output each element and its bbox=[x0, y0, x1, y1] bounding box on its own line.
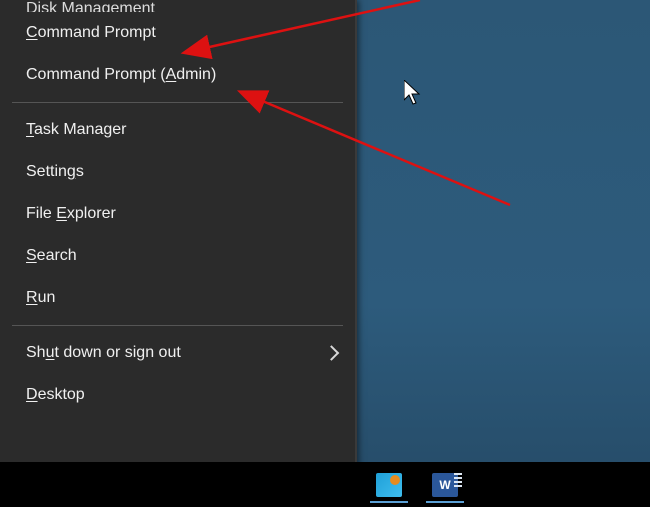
system-monitor-icon bbox=[376, 473, 402, 497]
taskbar bbox=[0, 462, 650, 507]
menu-item-shutdown[interactable]: Shut down or sign out bbox=[0, 332, 355, 374]
taskbar-item-monitor[interactable] bbox=[370, 469, 408, 503]
menu-item-label: Disk Management bbox=[26, 0, 155, 12]
menu-item-command-prompt[interactable]: Command Prompt bbox=[0, 12, 355, 54]
menu-item-file-explorer[interactable]: File Explorer bbox=[0, 193, 355, 235]
menu-item-label: ommand Prompt bbox=[38, 24, 156, 41]
menu-item-command-prompt-admin[interactable]: Command Prompt (Admin) bbox=[0, 54, 355, 96]
menu-item-label: un bbox=[38, 289, 56, 306]
menu-item-accel: E bbox=[56, 205, 67, 222]
menu-item-label: t down or sign out bbox=[54, 344, 180, 361]
menu-item-label: earch bbox=[37, 247, 77, 264]
menu-item-search[interactable]: Search bbox=[0, 235, 355, 277]
menu-item-label: ask Manager bbox=[34, 121, 127, 138]
taskbar-item-word[interactable] bbox=[426, 469, 464, 503]
menu-separator bbox=[12, 102, 343, 103]
winx-context-menu: Disk Management Command Prompt Command P… bbox=[0, 0, 357, 501]
menu-item-label: esktop bbox=[38, 386, 85, 403]
menu-item-disk-management[interactable]: Disk Management bbox=[0, 0, 355, 12]
menu-item-run[interactable]: Run bbox=[0, 277, 355, 319]
word-icon bbox=[432, 473, 458, 497]
menu-item-desktop[interactable]: Desktop bbox=[0, 374, 355, 416]
menu-item-accel: D bbox=[26, 386, 38, 403]
menu-item-label-pre: Command Prompt ( bbox=[26, 66, 166, 83]
menu-item-label-pre: Settin bbox=[26, 163, 67, 180]
menu-item-accel: A bbox=[166, 66, 177, 83]
menu-item-label: dmin) bbox=[176, 66, 216, 83]
menu-item-label-pre: Sh bbox=[26, 344, 46, 361]
menu-item-task-manager[interactable]: Task Manager bbox=[0, 109, 355, 151]
menu-item-label: s bbox=[76, 163, 84, 180]
menu-item-settings[interactable]: Settings bbox=[0, 151, 355, 193]
menu-item-accel: g bbox=[67, 163, 76, 180]
menu-item-accel: C bbox=[26, 24, 38, 41]
menu-item-accel: T bbox=[26, 121, 34, 138]
menu-item-label: xplorer bbox=[67, 205, 116, 222]
menu-item-accel: S bbox=[26, 247, 37, 264]
menu-item-label-pre: File bbox=[26, 205, 56, 222]
menu-item-accel: R bbox=[26, 289, 38, 306]
menu-separator bbox=[12, 325, 343, 326]
